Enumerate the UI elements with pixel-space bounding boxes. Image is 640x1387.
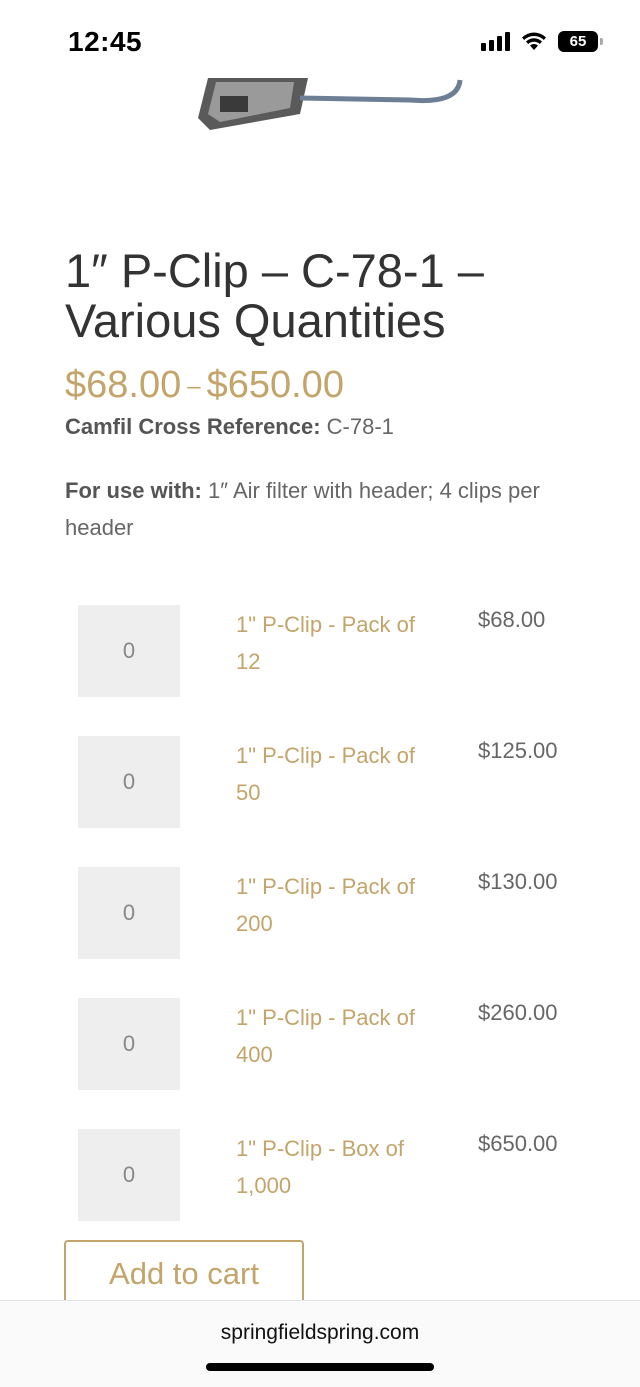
price-low: $68.00 xyxy=(65,364,182,406)
quantity-input[interactable] xyxy=(78,1129,180,1221)
cross-reference-value: C-78-1 xyxy=(326,414,394,439)
product-title: 1″ P-Clip – C-78-1 – Various Quantities xyxy=(65,244,484,347)
variant-row: 1" P-Clip - Pack of 50 $125.00 xyxy=(78,736,598,828)
variant-price: $130.00 xyxy=(478,869,558,894)
quantity-input[interactable] xyxy=(78,736,180,828)
variant-price: $125.00 xyxy=(478,738,558,763)
signal-icon xyxy=(481,31,510,51)
use-with-label: For use with: xyxy=(65,478,202,503)
variant-price: $260.00 xyxy=(478,1000,558,1025)
price-high: $650.00 xyxy=(206,364,344,406)
product-image xyxy=(198,78,463,130)
add-to-cart-button[interactable]: Add to cart xyxy=(64,1240,304,1306)
browser-bottom-bar: springfieldspring.com xyxy=(0,1300,640,1387)
battery-icon: 65 xyxy=(558,30,603,52)
cross-reference-label: Camfil Cross Reference: xyxy=(65,414,321,439)
quantity-input[interactable] xyxy=(78,998,180,1090)
price-separator: – xyxy=(187,372,201,400)
variant-name-link[interactable]: 1" P-Clip - Box of 1,000 xyxy=(236,1130,436,1204)
variant-price: $650.00 xyxy=(478,1131,558,1156)
variant-name-link[interactable]: 1" P-Clip - Pack of 50 xyxy=(236,737,436,811)
wifi-icon xyxy=(522,32,546,50)
status-bar: 12:45 65 xyxy=(0,0,640,80)
variant-row: 1" P-Clip - Pack of 12 $68.00 xyxy=(78,605,598,697)
variant-row: 1" P-Clip - Pack of 200 $130.00 xyxy=(78,867,598,959)
variant-name-link[interactable]: 1" P-Clip - Pack of 12 xyxy=(236,606,436,680)
home-indicator[interactable] xyxy=(206,1363,434,1371)
use-with: For use with: 1″ Air filter with header;… xyxy=(65,472,585,546)
variant-name-link[interactable]: 1" P-Clip - Pack of 200 xyxy=(236,868,436,942)
variant-row: 1" P-Clip - Box of 1,000 $650.00 xyxy=(78,1129,598,1221)
variant-name-link[interactable]: 1" P-Clip - Pack of 400 xyxy=(236,999,436,1073)
variant-price: $68.00 xyxy=(478,607,546,632)
status-icons: 65 xyxy=(481,30,603,52)
cross-reference: Camfil Cross Reference: C-78-1 xyxy=(65,414,394,440)
url-bar[interactable]: springfieldspring.com xyxy=(0,1321,640,1345)
quantity-input[interactable] xyxy=(78,867,180,959)
status-time: 12:45 xyxy=(68,26,143,57)
variant-row: 1" P-Clip - Pack of 400 $260.00 xyxy=(78,998,598,1090)
quantity-input[interactable] xyxy=(78,605,180,697)
price-range: $68.00– $650.00 xyxy=(65,364,344,407)
